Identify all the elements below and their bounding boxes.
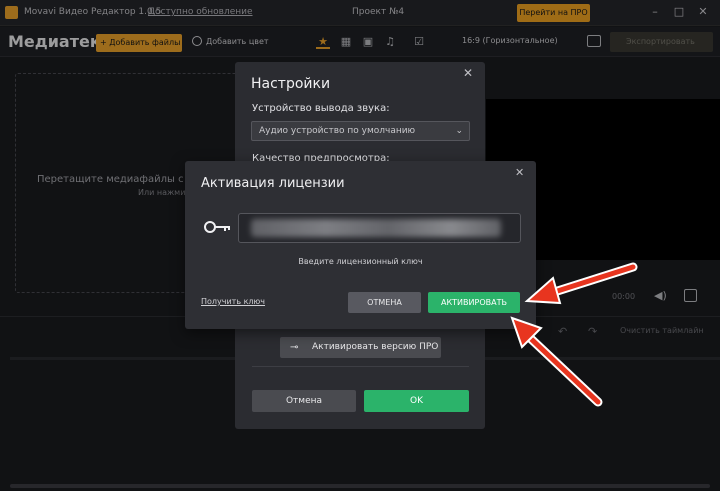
license-close-icon[interactable]: ✕ bbox=[515, 166, 524, 179]
license-activate-button[interactable]: АКТИВИРОВАТЬ bbox=[428, 292, 520, 313]
settings-separator bbox=[252, 366, 469, 367]
key-icon bbox=[204, 221, 230, 233]
chevron-down-icon: ⌄ bbox=[455, 126, 463, 136]
activate-pro-button[interactable]: ⊸ Активировать версию ПРО bbox=[280, 337, 441, 358]
settings-close-icon[interactable]: ✕ bbox=[463, 66, 473, 80]
license-activation-dialog: Активация лицензии ✕ Введите лицензионны… bbox=[185, 161, 536, 329]
key-icon: ⊸ bbox=[290, 342, 299, 353]
settings-cancel-button[interactable]: Отмена bbox=[252, 390, 356, 412]
license-title: Активация лицензии bbox=[201, 176, 345, 191]
settings-title: Настройки bbox=[251, 76, 331, 92]
audio-output-label: Устройство вывода звука: bbox=[252, 103, 390, 114]
audio-output-select[interactable]: Аудио устройство по умолчанию ⌄ bbox=[251, 121, 470, 141]
license-cancel-button[interactable]: ОТМЕНА bbox=[348, 292, 421, 313]
license-key-redacted bbox=[251, 219, 501, 237]
activate-pro-label: Активировать версию ПРО bbox=[312, 342, 439, 352]
license-key-hint: Введите лицензионный ключ bbox=[298, 257, 423, 266]
settings-ok-button[interactable]: OK bbox=[364, 390, 469, 412]
audio-output-value: Аудио устройство по умолчанию bbox=[259, 126, 416, 136]
get-key-link[interactable]: Получить ключ bbox=[201, 297, 265, 306]
